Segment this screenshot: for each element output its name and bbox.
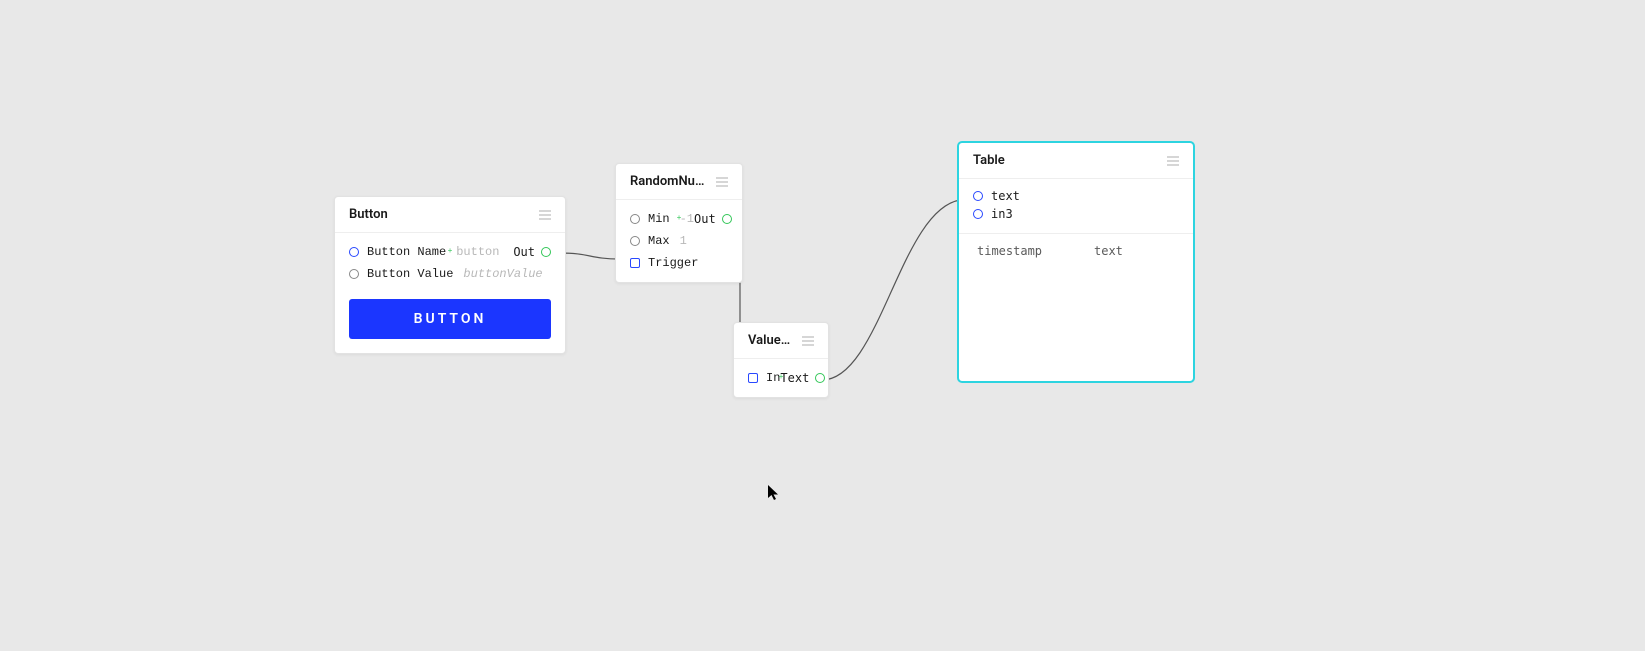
port-label: Max — [648, 234, 670, 248]
port-value: buttonValue — [463, 267, 542, 281]
port-value: 1 — [680, 234, 687, 248]
table-header-timestamp: timestamp — [959, 234, 1076, 268]
node-header[interactable]: Table — [959, 143, 1193, 179]
table-grid: timestamp text — [959, 233, 1193, 268]
port-label: in3 — [991, 207, 1013, 221]
row-min[interactable]: Min -1 Out — [616, 208, 742, 230]
port-label: text — [991, 189, 1020, 203]
input-port-icon[interactable] — [349, 269, 359, 279]
node-title: RandomNum… — [630, 174, 708, 189]
port-label: Trigger — [648, 256, 698, 270]
port-label: Button Name — [367, 245, 446, 259]
input-port-icon[interactable] — [973, 209, 983, 219]
port-label: Min — [648, 212, 670, 226]
menu-icon[interactable] — [716, 177, 728, 187]
out-label: Out — [694, 212, 716, 226]
node-button[interactable]: Button Button Name button Out Button Val… — [334, 196, 566, 354]
input-port-icon[interactable] — [748, 373, 758, 383]
out-label: Text — [780, 371, 809, 385]
port-label: Button Value — [367, 267, 453, 281]
row-max[interactable]: Max 1 — [616, 230, 742, 252]
trigger-port-icon[interactable] — [630, 258, 640, 268]
cursor-icon — [768, 485, 780, 501]
input-port-icon[interactable] — [630, 214, 640, 224]
table-input-text[interactable]: text — [973, 187, 1179, 205]
menu-icon[interactable] — [539, 210, 551, 220]
node-random[interactable]: RandomNum… Min -1 Out Max 1 Trigger — [615, 163, 743, 283]
node-canvas[interactable]: Button Button Name button Out Button Val… — [0, 0, 1645, 651]
menu-icon[interactable] — [802, 336, 814, 346]
node-title: Button — [349, 207, 388, 222]
table-header-text: text — [1076, 234, 1193, 268]
input-port-icon[interactable] — [630, 236, 640, 246]
table-input-in3[interactable]: in3 — [973, 205, 1179, 223]
out-label: Out — [513, 245, 535, 259]
node-title: Table — [973, 153, 1005, 168]
node-header[interactable]: RandomNum… — [616, 164, 742, 200]
port-value: button — [456, 245, 499, 259]
menu-icon[interactable] — [1167, 156, 1179, 166]
node-value[interactable]: Value… In Text — [733, 322, 829, 398]
output-port-icon[interactable] — [541, 247, 551, 257]
row-trigger[interactable]: Trigger — [616, 252, 742, 274]
row-button-value[interactable]: Button Value buttonValue — [335, 263, 565, 285]
node-header[interactable]: Button — [335, 197, 565, 233]
button-trigger[interactable]: BUTTON — [349, 299, 551, 339]
node-header[interactable]: Value… — [734, 323, 828, 359]
port-value: -1 — [680, 212, 694, 226]
node-title: Value… — [748, 333, 790, 348]
input-port-icon[interactable] — [349, 247, 359, 257]
button-label: BUTTON — [414, 311, 487, 327]
row-button-name[interactable]: Button Name button Out — [335, 241, 565, 263]
node-table[interactable]: Table text in3 timestamp text — [958, 142, 1194, 382]
output-port-icon[interactable] — [722, 214, 732, 224]
input-port-icon[interactable] — [973, 191, 983, 201]
row-in-text[interactable]: In Text — [734, 367, 828, 389]
output-port-icon[interactable] — [815, 373, 825, 383]
